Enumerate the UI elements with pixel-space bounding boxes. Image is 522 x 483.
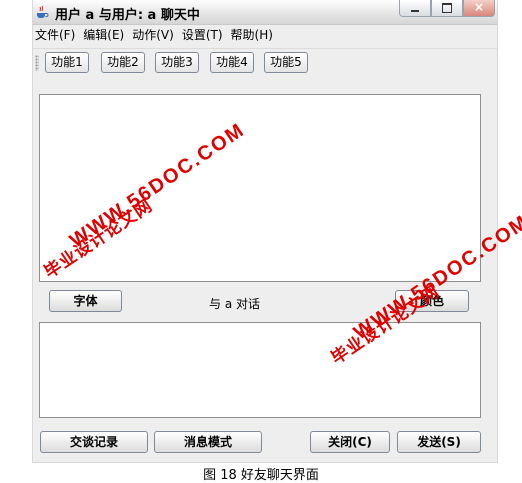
figure-caption: 图 18 好友聊天界面 <box>203 468 319 483</box>
title-bar[interactable]: 用户 a 与用户: a 聊天中 × <box>33 0 497 25</box>
chat-history-button[interactable]: 交谈记录 <box>40 431 148 453</box>
maximize-icon <box>442 3 452 13</box>
send-button[interactable]: 发送(S) <box>397 431 481 453</box>
close-button[interactable]: 关闭(C) <box>310 431 390 453</box>
window-controls: × <box>399 0 495 18</box>
menu-settings[interactable]: 设置(T) <box>180 25 229 46</box>
function-3-button[interactable]: 功能3 <box>155 52 199 73</box>
function-2-button[interactable]: 功能2 <box>101 52 145 73</box>
message-history-area[interactable] <box>39 94 481 282</box>
java-cup-icon <box>37 5 49 18</box>
menu-file[interactable]: 文件(F) <box>33 25 81 46</box>
toolbar-grip[interactable] <box>35 55 39 71</box>
function-4-button[interactable]: 功能4 <box>210 52 254 73</box>
conversation-label: 与 a 对话 <box>209 297 260 311</box>
message-mode-button[interactable]: 消息模式 <box>154 431 262 453</box>
toolbar: 功能1 功能2 功能3 功能4 功能5 <box>33 48 497 77</box>
function-5-button[interactable]: 功能5 <box>264 52 308 73</box>
maximize-button[interactable] <box>431 0 463 17</box>
minimize-icon <box>411 10 419 12</box>
window-title: 用户 a 与用户: a 聊天中 <box>55 8 200 23</box>
font-button[interactable]: 字体 <box>49 290 122 312</box>
close-window-button[interactable]: × <box>463 0 495 17</box>
menu-action[interactable]: 动作(V) <box>130 25 180 46</box>
menu-edit[interactable]: 编辑(E) <box>81 25 130 46</box>
menu-bar: 文件(F) 编辑(E) 动作(V) 设置(T) 帮助(H) <box>33 25 497 46</box>
function-1-button[interactable]: 功能1 <box>45 52 89 73</box>
minimize-button[interactable] <box>399 0 431 17</box>
message-input-area[interactable] <box>39 322 481 418</box>
menu-help[interactable]: 帮助(H) <box>229 25 279 46</box>
close-icon: × <box>474 0 485 14</box>
